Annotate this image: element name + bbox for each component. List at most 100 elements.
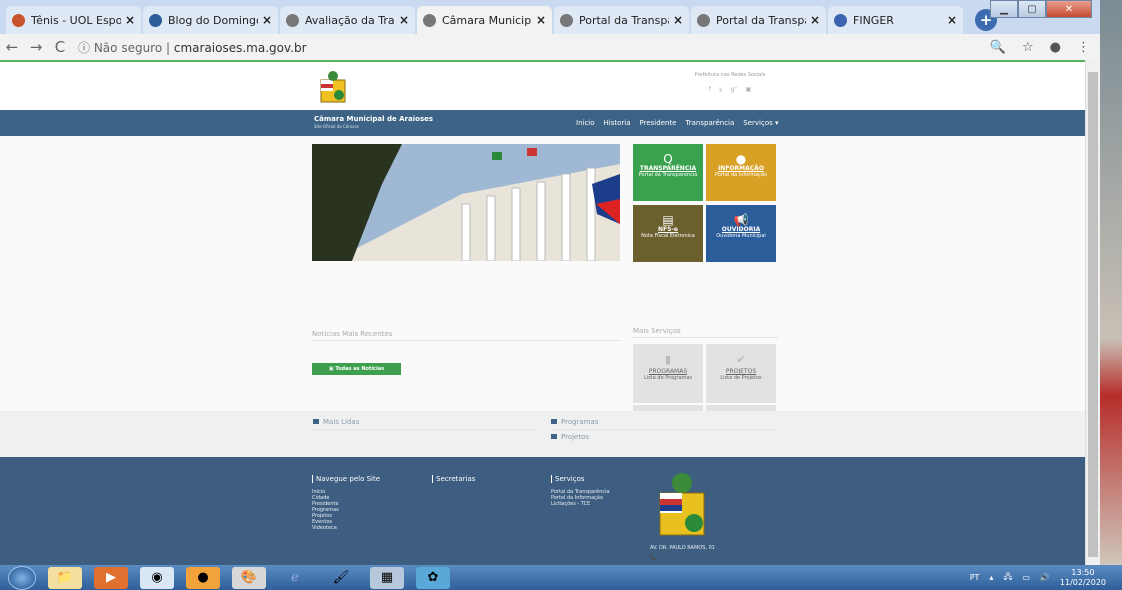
- browser-tab-0[interactable]: Tênis - UOL Esporte ×: [6, 6, 141, 34]
- browser-tab-3[interactable]: Câmara Municipal d ×: [417, 6, 552, 34]
- clock[interactable]: 13:50 11/02/2020: [1060, 568, 1106, 588]
- url-field[interactable]: ⓘ Não seguro | cmaraioses.ma.gov.br: [78, 39, 307, 56]
- social-icon-2[interactable]: g⁺: [731, 86, 738, 93]
- browser-tab-bar: Tênis - UOL Esporte×Blog do Domingos×Ava…: [0, 0, 1100, 34]
- projetos-label: Projetos: [561, 433, 590, 441]
- paint-brush-icon[interactable]: 🖌: [324, 567, 358, 589]
- tab-favicon-icon: [423, 13, 436, 27]
- scrollbar-thumb[interactable]: [1088, 72, 1098, 557]
- projetos-link[interactable]: Projetos: [551, 433, 589, 441]
- footer-nav-link[interactable]: Videoteca: [312, 525, 380, 531]
- language-indicator[interactable]: PT: [970, 573, 980, 582]
- tab-close-icon[interactable]: ×: [125, 13, 135, 27]
- paint-icon[interactable]: 🎨: [232, 566, 266, 589]
- network-icon[interactable]: 🖧: [1003, 571, 1012, 585]
- nav-item-3[interactable]: Transparência: [686, 119, 735, 127]
- footer-secretarias-column: Secretarias: [432, 475, 475, 489]
- minimize-button[interactable]: ▁: [990, 0, 1018, 18]
- all-news-button[interactable]: ▣ Todas as Notícias: [312, 363, 401, 375]
- security-label: Não seguro: [93, 40, 163, 55]
- calculator-icon[interactable]: ▦: [370, 566, 404, 589]
- display-icon[interactable]: ▭: [1022, 573, 1030, 582]
- nav-item-0[interactable]: Inicio: [576, 119, 595, 127]
- tab-close-icon[interactable]: ×: [536, 13, 546, 27]
- tab-title: Blog do Domingos: [168, 13, 258, 27]
- internet-explorer-icon[interactable]: ℯ: [278, 567, 312, 589]
- reload-icon[interactable]: C: [48, 38, 72, 56]
- service-tile-3[interactable]: 📢 OUVIDORIA Ouvidoria Municipal: [706, 205, 776, 262]
- tab-close-icon[interactable]: ×: [810, 13, 820, 27]
- divider: [551, 429, 776, 430]
- list-icon: [313, 419, 319, 424]
- menu-dots-icon[interactable]: ⋮: [1077, 40, 1090, 55]
- back-icon[interactable]: ←: [0, 38, 24, 56]
- social-icon-1[interactable]: 𝕪: [719, 86, 723, 93]
- firefox-icon[interactable]: ●: [186, 566, 220, 589]
- news-section-title: Notícias Mais Recentes: [312, 330, 393, 338]
- profile-icon[interactable]: ●: [1050, 40, 1061, 55]
- hero-building-photo[interactable]: [312, 144, 620, 261]
- app-icon[interactable]: ✿: [416, 566, 450, 589]
- service-tile-2[interactable]: ▤ NFS-e Nota Fiscal Eletronica: [633, 205, 703, 262]
- tray-arrow-icon[interactable]: ▴: [989, 573, 993, 582]
- maximize-button[interactable]: ▢: [1018, 0, 1046, 18]
- divider: [312, 340, 620, 341]
- service-subtitle: Lista de Projetos: [720, 375, 762, 381]
- tab-favicon-icon: [560, 13, 573, 27]
- nav-item-4[interactable]: Serviços ▾: [743, 119, 778, 127]
- tab-close-icon[interactable]: ×: [947, 13, 957, 27]
- social-icon-3[interactable]: ▣: [746, 86, 752, 93]
- info-icon[interactable]: ⓘ: [78, 41, 94, 55]
- tab-favicon-icon: [834, 13, 847, 27]
- browser-tab-5[interactable]: Portal da Transpar ×: [691, 6, 826, 34]
- tab-close-icon[interactable]: ×: [673, 13, 683, 27]
- tab-close-icon[interactable]: ×: [262, 13, 272, 27]
- tab-strip: Tênis - UOL Esporte×Blog do Domingos×Ava…: [6, 6, 965, 34]
- tab-title: Avaliação da Trans: [305, 13, 395, 27]
- site-name[interactable]: Câmara Municipal de Araioses: [314, 115, 433, 123]
- footer-secretarias-title: Secretarias: [432, 475, 475, 483]
- forward-icon[interactable]: →: [24, 38, 48, 56]
- close-window-button[interactable]: ✕: [1046, 0, 1092, 18]
- window-controls: ▁ ▢ ✕: [990, 0, 1092, 18]
- browser-tab-1[interactable]: Blog do Domingos ×: [143, 6, 278, 34]
- service-tile-0[interactable]: Q TRANSPARÊNCIA Portal da Transparencia: [633, 144, 703, 201]
- more-service-tile-1[interactable]: ✔ PROJETOS Lista de Projetos: [706, 344, 776, 403]
- programas-link[interactable]: Programas: [551, 418, 598, 426]
- footer-services-title: Serviços: [551, 475, 610, 483]
- browser-tab-4[interactable]: Portal da Transpar ×: [554, 6, 689, 34]
- media-player-icon[interactable]: ▶: [94, 566, 128, 589]
- social-icon-0[interactable]: f: [709, 86, 711, 93]
- tab-title: Portal da Transpar: [579, 13, 669, 27]
- footer-service-link[interactable]: Licitações - TCE: [551, 501, 610, 507]
- service-icon: ✔: [736, 353, 746, 366]
- mais-lidas-label: Mais Lidas: [323, 418, 360, 426]
- tab-title: FINGER: [853, 13, 894, 27]
- social-section: Prefeitura nas Redes Sociais f 𝕪 g⁺ ▣: [694, 72, 766, 93]
- tab-close-icon[interactable]: ×: [399, 13, 409, 27]
- footer-nav-title: Navegue pelo Site: [312, 475, 380, 483]
- tile-icon: ▤: [662, 213, 674, 227]
- list-icon: [551, 434, 557, 439]
- zoom-icon[interactable]: 🔍: [990, 40, 1006, 55]
- nav-item-1[interactable]: Historia: [604, 119, 631, 127]
- clock-time: 13:50: [1071, 567, 1095, 577]
- volume-icon[interactable]: 🔊: [1040, 573, 1050, 582]
- service-tile-1[interactable]: ● INFORMAÇÃO Portal da Informação: [706, 144, 776, 201]
- page-viewport: Prefeitura nas Redes Sociais f 𝕪 g⁺ ▣ Câmar…: [0, 60, 1085, 565]
- mais-lidas-link[interactable]: Mais Lidas: [313, 418, 359, 426]
- tab-favicon-icon: [149, 13, 162, 27]
- page-scrollbar[interactable]: [1085, 60, 1100, 565]
- chrome-icon[interactable]: ◉: [140, 566, 174, 589]
- more-service-tile-0[interactable]: ▮ PROGRAMAS Lista de Programas: [633, 344, 703, 403]
- nav-item-2[interactable]: Presidente: [640, 119, 677, 127]
- start-button[interactable]: [8, 565, 36, 590]
- coat-of-arms-logo[interactable]: [313, 68, 353, 108]
- browser-tab-2[interactable]: Avaliação da Trans ×: [280, 6, 415, 34]
- main-menu: Inicio Historia Presidente Transparência Ser…: [576, 119, 779, 127]
- site-footer: Navegue pelo Site Inicio Cidade Presidente…: [0, 457, 1085, 565]
- file-explorer-icon[interactable]: 📁: [48, 566, 82, 589]
- browser-tab-6[interactable]: FINGER ×: [828, 6, 963, 34]
- bookmark-star-icon[interactable]: ☆: [1022, 40, 1034, 55]
- address-bar: ← → C ⓘ Não seguro | cmaraioses.ma.gov.b…: [0, 34, 1100, 60]
